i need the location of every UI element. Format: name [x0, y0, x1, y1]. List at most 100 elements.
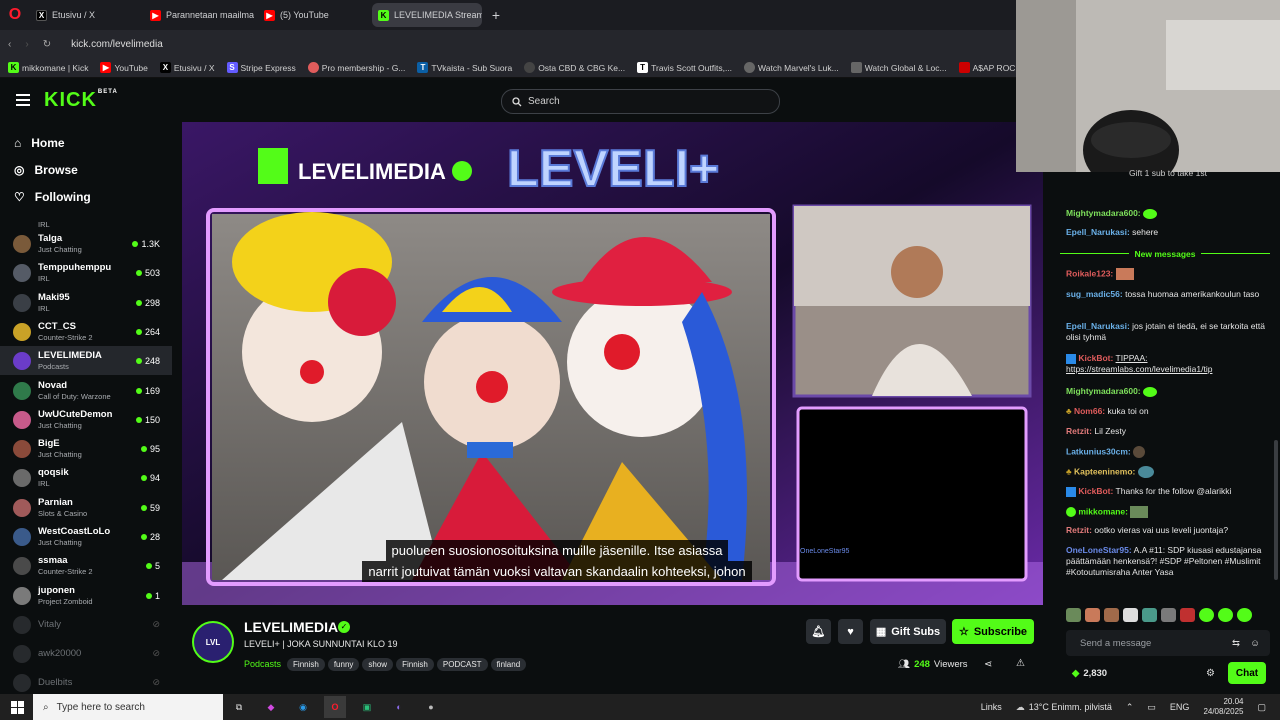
- chat-username[interactable]: Kapteeninemo:: [1074, 466, 1135, 476]
- bookmark[interactable]: Osta CBD & CBG Ke...: [524, 62, 625, 73]
- channel-name[interactable]: LEVELIMEDIA: [244, 619, 338, 635]
- gift-subs-button[interactable]: ▦ Gift Subs: [870, 619, 946, 644]
- chat-message-input[interactable]: Send a message ⇆ ☺: [1066, 630, 1270, 656]
- network-icon[interactable]: ▭: [1147, 702, 1156, 713]
- sidebar-channel[interactable]: BigE Just Chatting 95: [0, 434, 172, 463]
- sidebar-channel[interactable]: Temppuhemppu IRL 503: [0, 258, 172, 287]
- kick-logo[interactable]: KICKBETA: [44, 89, 118, 112]
- browser-tab-active[interactable]: K LEVELIMEDIA Stream: [372, 3, 482, 27]
- chat-settings-gear-icon[interactable]: ⚙: [1206, 668, 1215, 679]
- url-field[interactable]: kick.com/levelimedia: [71, 39, 163, 50]
- sidebar-channel-offline[interactable]: Duelbits ⊘: [0, 668, 172, 694]
- bookmark[interactable]: T TVkaista - Sub Suora: [417, 62, 512, 73]
- reload-icon[interactable]: ↻: [43, 39, 51, 50]
- sidebar-channel[interactable]: UwUCuteDemon Just Chatting 150: [0, 405, 172, 434]
- emote-icon[interactable]: [1237, 608, 1252, 622]
- chat-username[interactable]: Roikale123:: [1066, 268, 1113, 278]
- emote-icon[interactable]: [1161, 608, 1176, 622]
- sidebar-nav-following[interactable]: ♡ Following: [0, 183, 172, 210]
- tray-chevron-up-icon[interactable]: ⌃: [1126, 702, 1134, 713]
- emoji-icon[interactable]: ☺: [1250, 638, 1260, 649]
- links-toolbar[interactable]: Links: [981, 702, 1002, 712]
- app-icon[interactable]: ◆: [260, 696, 282, 718]
- browser-tab[interactable]: ▶ (5) YouTube: [258, 3, 368, 27]
- notification-bell-button[interactable]: 🔔︎: [806, 619, 831, 644]
- chat-username[interactable]: sug_madic56:: [1066, 289, 1123, 299]
- clock[interactable]: 20.04 24/08/2025: [1203, 697, 1243, 717]
- new-tab-plus-icon[interactable]: +: [486, 7, 506, 23]
- sidebar-channel[interactable]: ssmaa Counter-Strike 2 5: [0, 551, 172, 580]
- sidebar-channel[interactable]: Maki95 IRL 298: [0, 288, 172, 317]
- chat-username[interactable]: OneLoneStar95:: [1066, 545, 1132, 555]
- bookmark[interactable]: T Travis Scott Outfits,...: [637, 62, 732, 73]
- opera-browser-icon[interactable]: O: [324, 696, 346, 718]
- chat-username[interactable]: Retzit:: [1066, 426, 1092, 436]
- emote-icon[interactable]: [1104, 608, 1119, 622]
- bookmark[interactable]: X Etusivu / X: [159, 62, 215, 73]
- task-view-icon[interactable]: ⧉: [228, 696, 250, 718]
- sidebar-channel[interactable]: qoqsik IRL 94: [0, 463, 172, 492]
- sidebar-nav-browse[interactable]: ◎ Browse: [0, 156, 172, 183]
- emote-icon[interactable]: [1180, 608, 1195, 622]
- bookmark[interactable]: Kmikkomane | Kick: [8, 62, 88, 73]
- chat-username[interactable]: Retzit:: [1066, 525, 1092, 535]
- tag-pill[interactable]: funny: [327, 658, 360, 671]
- notification-icon[interactable]: ▢: [1257, 702, 1266, 713]
- chat-scrollbar[interactable]: [1274, 440, 1278, 580]
- taskbar-search-input[interactable]: ⌕ Type here to search: [33, 694, 223, 720]
- sidebar-channel[interactable]: Parnian Slots & Casino 59: [0, 493, 172, 522]
- windows-start-icon[interactable]: [6, 696, 28, 718]
- sidebar-channel[interactable]: LEVELIMEDIA Podcasts 248: [0, 346, 172, 375]
- emote-icon[interactable]: [1085, 608, 1100, 622]
- browser-tab[interactable]: X Etusivu / X: [30, 3, 140, 27]
- sidebar-channel[interactable]: juponen Project Zomboid 1: [0, 581, 172, 610]
- bookmark[interactable]: ▶ YouTube: [100, 62, 148, 73]
- tag-pill[interactable]: show: [362, 658, 394, 671]
- chat-username[interactable]: KickBot:: [1078, 486, 1113, 496]
- chat-username[interactable]: mikkomane:: [1078, 506, 1128, 516]
- translate-icon[interactable]: ⇆: [1232, 638, 1240, 649]
- bookmark[interactable]: S Stripe Express: [226, 62, 296, 73]
- emote-icon[interactable]: [1142, 608, 1157, 622]
- tag-pill[interactable]: finland: [490, 658, 527, 671]
- chat-username[interactable]: Mightymadara600:: [1066, 386, 1141, 396]
- video-player[interactable]: LEVELIMEDIA LEVELI+ OneLoneStar95 puolue…: [182, 122, 1043, 605]
- weather-widget[interactable]: ☁ 13°C Enimm. pilvistä: [1016, 702, 1112, 713]
- chat-username[interactable]: Epell_Narukasi:: [1066, 227, 1130, 237]
- tag-pill[interactable]: Finnish: [396, 658, 434, 671]
- bookmark[interactable]: Watch Marvel's Luk...: [744, 62, 839, 73]
- sidebar-nav-home[interactable]: ⌂ Home: [0, 129, 172, 156]
- chat-username[interactable]: Epell_Narukasi:: [1066, 321, 1130, 331]
- chat-username[interactable]: Nom66:: [1074, 406, 1105, 416]
- report-warning-icon[interactable]: ⚠: [1016, 658, 1025, 669]
- tag-pill[interactable]: PODCAST: [436, 658, 488, 671]
- app-icon[interactable]: ▣: [356, 696, 378, 718]
- sidebar-channel-offline[interactable]: awk20000 ⊘: [0, 639, 172, 668]
- hamburger-menu-icon[interactable]: [16, 94, 30, 106]
- chat-username[interactable]: Mightymadara600:: [1066, 208, 1141, 218]
- edge-browser-icon[interactable]: ◉: [292, 696, 314, 718]
- channel-avatar[interactable]: LVL: [192, 621, 234, 663]
- stream-category-link[interactable]: Podcasts: [244, 659, 281, 669]
- follow-heart-button[interactable]: ♥: [838, 619, 863, 644]
- language-indicator[interactable]: ENG: [1170, 702, 1190, 712]
- emote-icon[interactable]: [1218, 608, 1233, 622]
- chat-send-button[interactable]: Chat: [1228, 662, 1266, 684]
- bookmark[interactable]: Watch Global & Loc...: [850, 62, 947, 73]
- back-icon[interactable]: ‹: [8, 39, 11, 50]
- chat-username[interactable]: KickBot:: [1078, 353, 1113, 363]
- emote-icon[interactable]: [1199, 608, 1214, 622]
- app-icon[interactable]: ●: [420, 696, 442, 718]
- chat-username[interactable]: Latkunius30cm:: [1066, 446, 1131, 456]
- sidebar-channel[interactable]: WestCoastLoLo Just Chatting 28: [0, 522, 172, 551]
- sidebar-channel[interactable]: Talga Just Chatting 1.3K: [0, 229, 172, 258]
- sidebar-channel[interactable]: CCT_CS Counter-Strike 2 264: [0, 317, 172, 346]
- search-input[interactable]: Search: [501, 89, 780, 114]
- opera-logo-icon[interactable]: O: [0, 0, 30, 30]
- browser-tab[interactable]: ▶Parannetaan maailmaa fe: [144, 3, 254, 27]
- bookmark[interactable]: Pro membership - G...: [307, 62, 405, 73]
- emote-icon[interactable]: [1066, 608, 1081, 622]
- forward-icon[interactable]: ›: [25, 39, 28, 50]
- bookmark[interactable]: A$AP ROCKY x PU...: [958, 62, 1016, 73]
- channel-points[interactable]: ◆ 2,830: [1072, 668, 1107, 679]
